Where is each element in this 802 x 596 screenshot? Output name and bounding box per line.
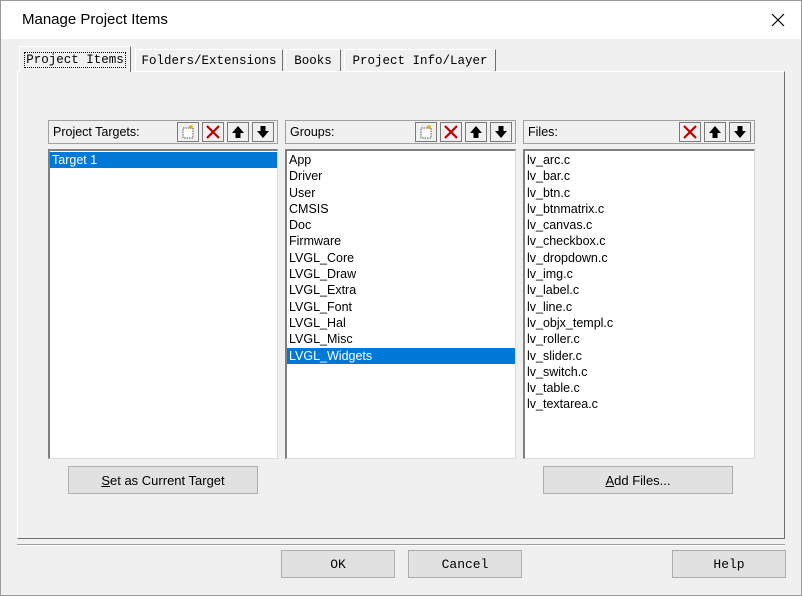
new-item-icon: [182, 125, 194, 139]
move-down-icon: [495, 126, 507, 138]
targets-list[interactable]: Target 1: [48, 149, 278, 459]
dialog-client-area: Project Items Folders/Extensions Books P…: [11, 39, 791, 589]
list-item[interactable]: lv_dropdown.c: [525, 250, 754, 266]
new-group-button[interactable]: [415, 122, 437, 142]
list-item[interactable]: LVGL_Hal: [287, 315, 515, 331]
tab-label: Project Items: [24, 51, 126, 68]
list-item[interactable]: lv_checkbox.c: [525, 233, 754, 249]
list-item[interactable]: lv_textarea.c: [525, 396, 754, 412]
list-item[interactable]: lv_slider.c: [525, 348, 754, 364]
list-item[interactable]: Target 1: [50, 152, 277, 169]
list-item[interactable]: User: [287, 185, 515, 201]
set-current-target-button[interactable]: Set as Current Target: [68, 466, 258, 494]
button-label: et as Current Target: [110, 472, 225, 488]
list-item[interactable]: lv_canvas.c: [525, 217, 754, 233]
delete-target-button[interactable]: [202, 122, 224, 142]
divider: [17, 544, 785, 546]
move-file-up-button[interactable]: [704, 122, 726, 142]
add-files-button[interactable]: Add Files...: [543, 466, 733, 494]
list-item[interactable]: CMSIS: [287, 201, 515, 217]
dialog-title: Manage Project Items: [22, 11, 168, 28]
tab-project-items[interactable]: Project Items: [19, 46, 131, 72]
delete-icon: [683, 125, 697, 139]
list-item[interactable]: lv_objx_templ.c: [525, 315, 754, 331]
groups-list[interactable]: App Driver User CMSIS Doc Firmware LVGL_…: [285, 149, 516, 459]
list-item[interactable]: lv_btn.c: [525, 185, 754, 201]
move-up-icon: [232, 126, 244, 138]
list-item[interactable]: LVGL_Draw: [287, 266, 515, 282]
move-target-down-button[interactable]: [252, 122, 274, 142]
list-item[interactable]: lv_img.c: [525, 266, 754, 282]
mnemonic: S: [101, 472, 110, 488]
list-item[interactable]: Firmware: [287, 233, 515, 249]
list-item[interactable]: LVGL_Core: [287, 250, 515, 266]
list-item[interactable]: lv_switch.c: [525, 364, 754, 380]
new-target-button[interactable]: [177, 122, 199, 142]
list-item[interactable]: LVGL_Misc: [287, 331, 515, 347]
list-item[interactable]: lv_roller.c: [525, 331, 754, 347]
move-file-down-button[interactable]: [729, 122, 751, 142]
move-target-up-button[interactable]: [227, 122, 249, 142]
delete-icon: [206, 125, 220, 139]
list-item[interactable]: LVGL_Widgets: [287, 347, 515, 364]
list-item[interactable]: App: [287, 152, 515, 168]
manage-project-items-dialog: Manage Project Items Project Items Folde…: [0, 0, 802, 596]
button-label: dd Files...: [614, 472, 671, 488]
targets-label: Project Targets:: [53, 125, 140, 139]
tab-label: Project Info/Layer: [352, 53, 488, 68]
delete-file-button[interactable]: [679, 122, 701, 142]
files-list[interactable]: lv_arc.c lv_bar.c lv_btn.c lv_btnmatrix.…: [523, 149, 755, 459]
move-group-down-button[interactable]: [490, 122, 512, 142]
delete-group-button[interactable]: [440, 122, 462, 142]
files-label: Files:: [528, 125, 558, 139]
title-bar: Manage Project Items: [1, 1, 801, 39]
move-up-icon: [709, 126, 721, 138]
list-item[interactable]: Driver: [287, 168, 515, 184]
files-header: Files:: [523, 120, 755, 144]
cancel-button[interactable]: Cancel: [408, 550, 522, 578]
list-item[interactable]: LVGL_Font: [287, 299, 515, 315]
tab-label: Books: [294, 53, 332, 68]
list-item[interactable]: lv_line.c: [525, 299, 754, 315]
delete-icon: [444, 125, 458, 139]
close-button[interactable]: [755, 1, 801, 39]
move-down-icon: [734, 126, 746, 138]
help-button[interactable]: Help: [672, 550, 786, 578]
close-icon: [771, 13, 785, 27]
ok-button[interactable]: OK: [281, 550, 395, 578]
list-item[interactable]: lv_label.c: [525, 282, 754, 298]
tab-label: Folders/Extensions: [141, 53, 277, 68]
tab-project-info-layer[interactable]: Project Info/Layer: [344, 49, 496, 71]
list-item[interactable]: lv_table.c: [525, 380, 754, 396]
tab-books[interactable]: Books: [285, 49, 341, 71]
list-item[interactable]: lv_btnmatrix.c: [525, 201, 754, 217]
list-item[interactable]: Doc: [287, 217, 515, 233]
mnemonic: A: [605, 472, 615, 488]
groups-label: Groups:: [290, 125, 335, 139]
move-up-icon: [470, 126, 482, 138]
list-item[interactable]: lv_bar.c: [525, 168, 754, 184]
move-down-icon: [257, 126, 269, 138]
move-group-up-button[interactable]: [465, 122, 487, 142]
targets-header: Project Targets:: [48, 120, 278, 144]
list-item[interactable]: LVGL_Extra: [287, 282, 515, 298]
new-item-icon: [420, 125, 432, 139]
groups-header: Groups:: [285, 120, 516, 144]
tab-folders-extensions[interactable]: Folders/Extensions: [135, 49, 283, 71]
list-item[interactable]: lv_arc.c: [525, 152, 754, 168]
